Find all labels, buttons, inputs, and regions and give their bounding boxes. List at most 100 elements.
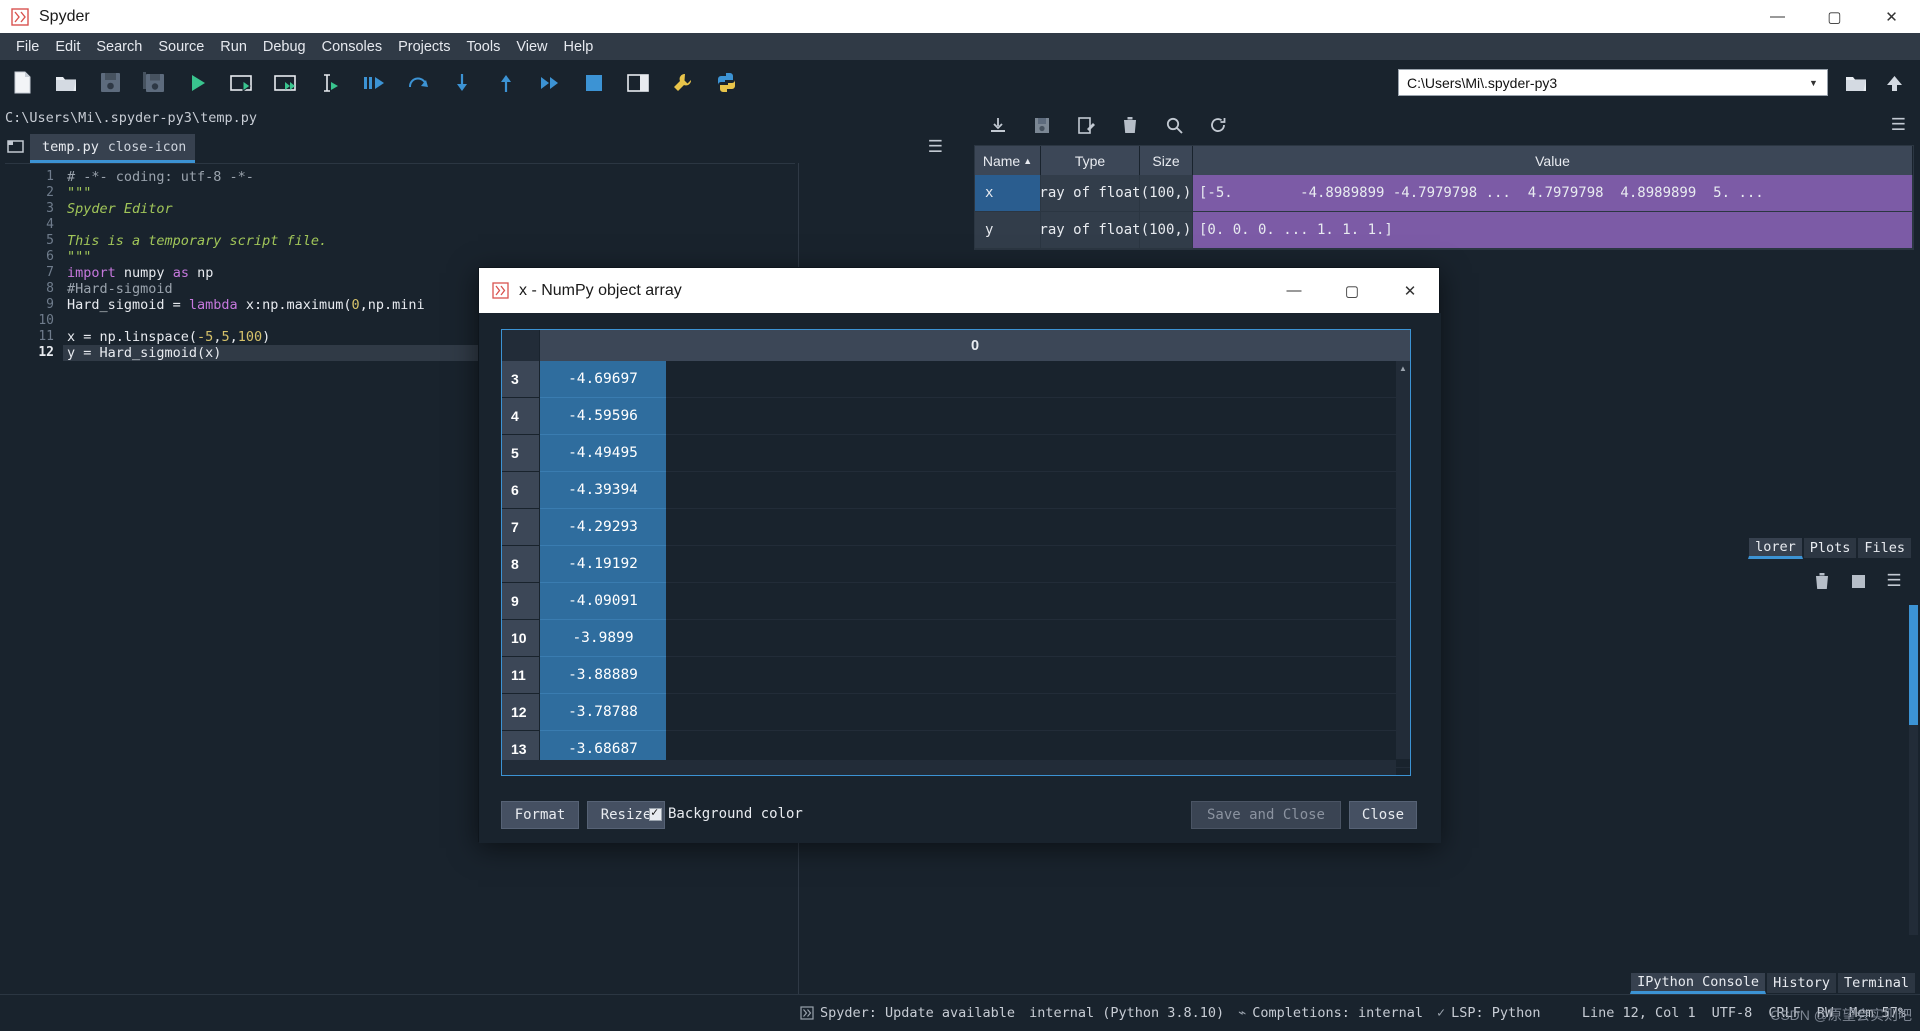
array-data-table[interactable]: 0 3 -4.69697 4 -4.59596 5 -4.49495 6 -4.39394 7-…: [501, 329, 1411, 776]
options-menu-icon[interactable]: ☰: [928, 137, 943, 157]
code-line[interactable]: """: [63, 249, 795, 265]
console-scrollbar[interactable]: [1909, 605, 1918, 935]
array-row-index[interactable]: 5: [502, 435, 540, 472]
array-row[interactable]: 11 -3.88889: [502, 657, 1410, 694]
background-color-checkbox[interactable]: Background color: [649, 805, 803, 822]
working-directory-combo[interactable]: C:\Users\Mi\.spyder-py3 ▼: [1398, 69, 1828, 96]
debug-step-over-icon[interactable]: [396, 60, 440, 105]
preferences-icon[interactable]: [660, 60, 704, 105]
run-file-icon[interactable]: [176, 60, 220, 105]
import-data-icon[interactable]: [976, 108, 1020, 142]
statusbar-update[interactable]: Spyder: Update available: [800, 1005, 1015, 1021]
array-row[interactable]: 6 -4.39394: [502, 472, 1410, 509]
column-header-name[interactable]: Name ▲: [975, 146, 1041, 175]
array-row[interactable]: 12 -3.78788: [502, 694, 1410, 731]
array-cell-value[interactable]: -4.09091: [540, 583, 666, 620]
array-row-index[interactable]: 6: [502, 472, 540, 509]
array-row-index[interactable]: 7: [502, 509, 540, 546]
array-cell-value[interactable]: -3.9899: [540, 620, 666, 657]
array-horizontal-scrollbar[interactable]: [502, 760, 1396, 775]
array-cell-value[interactable]: -4.49495: [540, 435, 666, 472]
run-selection-icon[interactable]: [308, 60, 352, 105]
array-row-index[interactable]: 3: [502, 361, 540, 398]
array-row[interactable]: 3 -4.69697: [502, 361, 1410, 398]
table-row[interactable]: y Array of float64 (100,) [0. 0. 0. ... …: [975, 212, 1913, 249]
debug-stop-icon[interactable]: [572, 60, 616, 105]
tab-files[interactable]: Files: [1857, 537, 1912, 559]
close-dialog-button[interactable]: Close: [1349, 801, 1417, 829]
save-and-close-button[interactable]: Save and Close: [1191, 801, 1341, 829]
array-cell-value[interactable]: -4.19192: [540, 546, 666, 583]
stop-icon[interactable]: [1840, 566, 1876, 596]
editor-tab-temp-py[interactable]: temp.py close-icon: [30, 134, 196, 163]
code-line[interactable]: # -*- coding: utf-8 -*-: [63, 169, 795, 185]
array-row[interactable]: 9 -4.09091: [502, 583, 1410, 620]
menu-item-file[interactable]: File: [8, 36, 47, 58]
array-row[interactable]: 5 -4.49495: [502, 435, 1410, 472]
debug-step-return-icon[interactable]: [484, 60, 528, 105]
search-icon[interactable]: [1152, 108, 1196, 142]
table-row[interactable]: x Array of float64 (100,) [-5. -4.898989…: [975, 175, 1913, 212]
options-menu-icon[interactable]: ☰: [1891, 115, 1906, 135]
code-line[interactable]: Spyder Editor: [63, 201, 795, 217]
remove-icon[interactable]: [1804, 566, 1840, 596]
save-all-icon[interactable]: [132, 60, 176, 105]
code-line[interactable]: This is a temporary script file.: [63, 233, 795, 249]
menu-item-help[interactable]: Help: [556, 36, 602, 58]
remove-all-variables-icon[interactable]: [1108, 108, 1152, 142]
array-vertical-scrollbar[interactable]: ▲: [1396, 361, 1410, 759]
menu-item-tools[interactable]: Tools: [458, 36, 508, 58]
close-button[interactable]: ✕: [1863, 0, 1920, 33]
maximize-pane-icon[interactable]: [616, 60, 660, 105]
array-cell-value[interactable]: -4.59596: [540, 398, 666, 435]
statusbar-lsp[interactable]: ✓ LSP: Python: [1437, 1005, 1541, 1021]
column-header-value[interactable]: Value: [1193, 146, 1913, 175]
python-path-manager-icon[interactable]: [704, 60, 748, 105]
new-file-icon[interactable]: [0, 60, 44, 105]
array-row-index[interactable]: 9: [502, 583, 540, 620]
dialog-close-button[interactable]: ✕: [1381, 268, 1439, 313]
scroll-up-icon[interactable]: ▲: [1396, 361, 1410, 375]
run-cell-icon[interactable]: [220, 60, 264, 105]
array-row[interactable]: 10 -3.9899: [502, 620, 1410, 657]
tab-history[interactable]: History: [1766, 972, 1837, 994]
array-row[interactable]: 4 -4.59596: [502, 398, 1410, 435]
column-header-size[interactable]: Size: [1140, 146, 1193, 175]
checkbox-box[interactable]: [649, 805, 662, 821]
array-cell-value[interactable]: -3.78788: [540, 694, 666, 731]
array-row-index[interactable]: 8: [502, 546, 540, 583]
save-data-icon[interactable]: [1020, 108, 1064, 142]
code-line[interactable]: [63, 217, 795, 233]
statusbar-interpreter[interactable]: internal (Python 3.8.10): [1029, 1005, 1224, 1021]
debug-continue-icon[interactable]: [528, 60, 572, 105]
menu-item-run[interactable]: Run: [212, 36, 255, 58]
tab-variable-explorer[interactable]: lorer: [1748, 537, 1803, 559]
folder-open-icon[interactable]: [1840, 69, 1872, 97]
run-cell-advance-icon[interactable]: [264, 60, 308, 105]
dialog-minimize-button[interactable]: —: [1265, 268, 1323, 313]
editor-pane-icon[interactable]: [0, 130, 30, 163]
arrow-up-icon[interactable]: [1878, 69, 1910, 97]
array-rows[interactable]: 3 -4.69697 4 -4.59596 5 -4.49495 6 -4.39394 7 -4.…: [502, 361, 1410, 768]
debug-file-icon[interactable]: [352, 60, 396, 105]
minimize-button[interactable]: —: [1749, 0, 1806, 33]
chevron-down-icon[interactable]: ▼: [1803, 72, 1824, 93]
menu-item-source[interactable]: Source: [150, 36, 212, 58]
array-cell-value[interactable]: -4.39394: [540, 472, 666, 509]
maximize-button[interactable]: ▢: [1806, 0, 1863, 33]
array-row[interactable]: 8 -4.19192: [502, 546, 1410, 583]
tab-terminal[interactable]: Terminal: [1836, 972, 1916, 994]
code-line[interactable]: """: [63, 185, 795, 201]
options-menu-icon[interactable]: ☰: [1876, 566, 1912, 596]
menu-item-view[interactable]: View: [508, 36, 555, 58]
array-row-index[interactable]: 10: [502, 620, 540, 657]
array-row-index[interactable]: 4: [502, 398, 540, 435]
menu-item-debug[interactable]: Debug: [255, 36, 314, 58]
menu-item-edit[interactable]: Edit: [47, 36, 88, 58]
tab-ipython-console[interactable]: IPython Console: [1630, 972, 1767, 994]
array-cell-value[interactable]: -3.88889: [540, 657, 666, 694]
statusbar-completions[interactable]: ⌁ Completions: internal: [1238, 1005, 1423, 1021]
save-data-as-icon[interactable]: [1064, 108, 1108, 142]
array-cell-value[interactable]: -4.69697: [540, 361, 666, 398]
array-row-index[interactable]: 12: [502, 694, 540, 731]
